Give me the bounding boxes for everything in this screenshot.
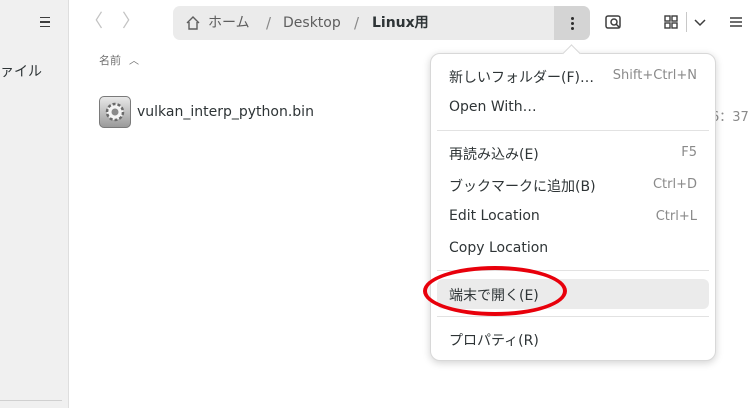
breadcrumb-current[interactable]: Linux用 (372, 6, 429, 40)
file-item[interactable]: vulkan_interp_python.bin (99, 96, 419, 132)
home-icon (186, 16, 200, 30)
sidebar-divider (0, 400, 62, 401)
menu-item-shortcut: Ctrl+D (652, 177, 697, 192)
breadcrumb-home[interactable]: ホーム (208, 6, 250, 40)
menu-item-add-bookmark[interactable]: ブックマークに追加(B) Ctrl+D (437, 170, 709, 200)
more-options-button[interactable] (554, 6, 590, 40)
menu-item-label: Edit Location (449, 208, 540, 224)
menu-item-reload[interactable]: 再読み込み(E) F5 (437, 138, 709, 168)
hamburger-menu-icon[interactable] (34, 12, 56, 32)
menu-item-label: Open With… (449, 99, 537, 115)
chevron-down-icon[interactable] (688, 10, 712, 34)
breadcrumb-separator: / (266, 14, 272, 32)
breadcrumb-desktop[interactable]: Desktop (283, 6, 341, 40)
column-header-label: 名前 (99, 54, 121, 67)
sidebar-item-label[interactable]: ァイル (0, 61, 42, 81)
menu-item-label: ブックマークに追加(B) (449, 179, 596, 195)
name-column-header[interactable]: 名前 ︿ (99, 52, 139, 68)
menu-separator (437, 316, 709, 317)
menu-item-shortcut: Ctrl+L (655, 209, 697, 224)
back-icon[interactable]: 〈 (82, 10, 106, 34)
toolbar-divider (686, 12, 687, 32)
menu-item-label: 新しいフォルダー(F)… (449, 70, 594, 86)
menu-item-label: プロパティ(R) (449, 333, 539, 349)
menu-item-shortcut: F5 (681, 145, 697, 160)
menu-item-label: Copy Location (449, 240, 549, 256)
hamburger-icon[interactable] (724, 10, 748, 34)
menu-item-new-folder[interactable]: 新しいフォルダー(F)… Shift+Ctrl+N (437, 61, 709, 91)
menu-item-properties[interactable]: プロパティ(R) (437, 324, 709, 354)
highlight-ellipse (423, 266, 567, 316)
menu-item-copy-location[interactable]: Copy Location (437, 234, 709, 264)
path-bar[interactable]: ホーム / Desktop / Linux用 (173, 6, 590, 40)
menu-item-edit-location[interactable]: Edit Location Ctrl+L (437, 202, 709, 232)
sidebar: ァイル (0, 0, 69, 408)
breadcrumb-separator: / (354, 14, 360, 32)
file-modified-time: 6：37 (711, 110, 749, 125)
menu-separator (437, 130, 709, 131)
menu-item-open-with[interactable]: Open With… (437, 93, 709, 123)
file-name: vulkan_interp_python.bin (137, 104, 314, 120)
forward-icon[interactable]: 〉 (119, 10, 143, 34)
sort-ascending-icon: ︿ (129, 56, 139, 67)
menu-item-label: 再読み込み(E) (449, 147, 539, 163)
search-icon[interactable] (602, 10, 626, 34)
grid-view-icon[interactable] (659, 10, 683, 34)
binary-file-icon (99, 96, 131, 128)
menu-item-shortcut: Shift+Ctrl+N (612, 68, 697, 83)
